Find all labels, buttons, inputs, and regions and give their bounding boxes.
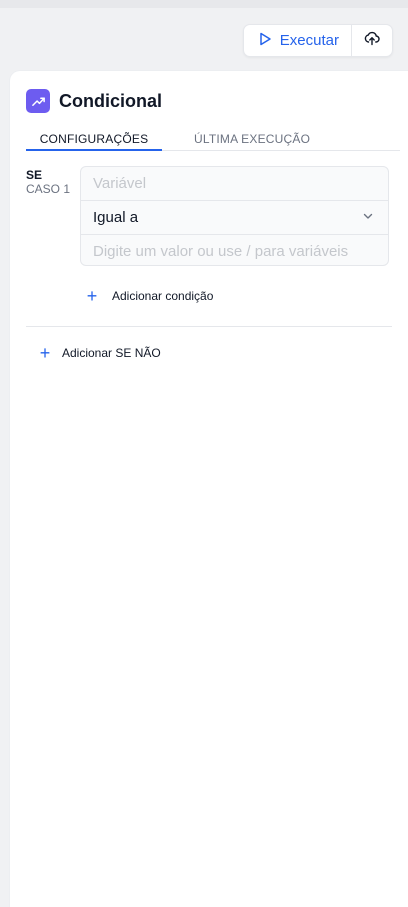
config-panel: Condicional CONFIGURAÇÕES ÚLTIMA EXECUÇÃ… xyxy=(10,71,408,907)
condition-box: Variável Igual a Digite um valor ou use … xyxy=(80,166,389,266)
add-condition-label: Adicionar condição xyxy=(112,289,214,303)
panel-header: Condicional xyxy=(26,89,162,113)
case-name: CASO 1 xyxy=(26,182,71,196)
tab-configuracoes[interactable]: CONFIGURAÇÕES xyxy=(26,132,162,151)
case-keyword: SE xyxy=(26,168,43,182)
chevron-down-icon xyxy=(362,209,374,226)
case-label: SE CASO 1 xyxy=(26,168,70,197)
add-else-button[interactable]: + Adicionar SE NÃO xyxy=(39,343,161,363)
tab-ultima-execucao[interactable]: ÚLTIMA EXECUÇÃO xyxy=(194,132,310,151)
variable-input[interactable]: Variável xyxy=(81,167,388,200)
run-button[interactable]: Executar xyxy=(244,25,352,56)
trending-up-icon xyxy=(26,89,50,113)
add-else-label: Adicionar SE NÃO xyxy=(62,346,161,360)
plus-icon: + xyxy=(86,286,98,306)
operator-value: Igual a xyxy=(93,209,139,226)
operator-select[interactable]: Igual a xyxy=(81,200,388,235)
tab-bar: CONFIGURAÇÕES ÚLTIMA EXECUÇÃO xyxy=(26,132,400,151)
toolbar: Executar xyxy=(242,24,393,57)
upload-button[interactable] xyxy=(352,25,392,56)
cloud-upload-icon xyxy=(364,30,380,51)
add-condition-button[interactable]: + Adicionar condição xyxy=(86,286,214,306)
play-icon xyxy=(258,32,272,50)
divider xyxy=(26,326,392,327)
top-strip xyxy=(0,0,408,8)
plus-icon: + xyxy=(39,343,51,363)
node-title: Condicional xyxy=(59,90,162,111)
run-button-label: Executar xyxy=(279,32,339,49)
value-input[interactable]: Digite um valor ou use / para variáveis xyxy=(81,235,388,265)
